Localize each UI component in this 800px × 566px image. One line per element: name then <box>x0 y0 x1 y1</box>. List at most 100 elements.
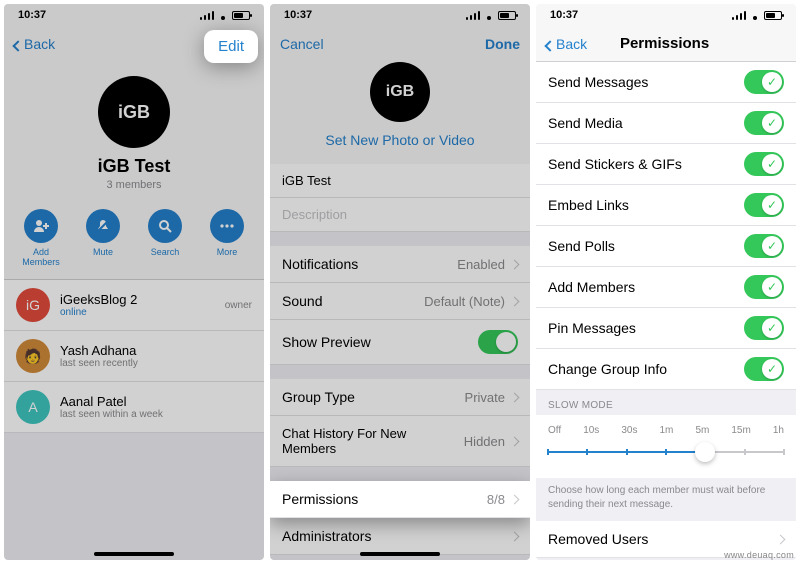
status-time: 10:37 <box>284 9 312 21</box>
permission-row: Send Messages <box>536 62 796 103</box>
permission-label: Add Members <box>548 279 635 295</box>
chevron-right-icon <box>510 531 520 541</box>
set-photo-button[interactable]: Set New Photo or Video <box>270 122 530 158</box>
permission-toggle[interactable] <box>744 152 784 176</box>
status-bar: 10:37 <box>270 4 530 26</box>
permission-row: Pin Messages <box>536 308 796 349</box>
permission-toggle[interactable] <box>744 316 784 340</box>
member-avatar: A <box>16 390 50 424</box>
edit-button[interactable]: Edit <box>204 30 258 63</box>
member-avatar: 🧑 <box>16 339 50 373</box>
group-type-row[interactable]: Group TypePrivate <box>270 379 530 416</box>
group-members-count: 3 members <box>4 179 264 191</box>
permission-row: Send Stickers & GIFs <box>536 144 796 185</box>
slow-mode-header: SLOW MODE <box>536 390 796 415</box>
permission-label: Change Group Info <box>548 361 667 377</box>
status-time: 10:37 <box>18 9 46 21</box>
permissions-row[interactable]: Permissions8/8 <box>270 481 530 518</box>
status-bar: 10:37 <box>536 4 796 26</box>
page-title: Permissions <box>620 35 709 52</box>
permission-row: Send Media <box>536 103 796 144</box>
permission-toggle[interactable] <box>744 111 784 135</box>
permission-label: Embed Links <box>548 197 629 213</box>
description-field[interactable]: Description <box>270 198 530 232</box>
permission-row: Send Polls <box>536 226 796 267</box>
group-avatar[interactable]: iGB <box>98 76 170 148</box>
slow-mode-note: Choose how long each member must wait be… <box>536 478 796 521</box>
back-button[interactable]: Back <box>14 36 55 52</box>
battery-icon <box>498 11 516 20</box>
group-name: iGB Test <box>4 156 264 177</box>
search-icon <box>148 209 182 243</box>
chevron-right-icon <box>510 494 520 504</box>
members-list: iG iGeeksBlog 2online owner 🧑 Yash Adhan… <box>4 280 264 433</box>
member-status: last seen within a week <box>60 409 163 420</box>
permission-toggle[interactable] <box>744 357 784 381</box>
back-button[interactable]: Back <box>546 36 587 52</box>
status-bar: 10:37 <box>4 4 264 26</box>
chevron-right-icon <box>510 259 520 269</box>
wifi-icon <box>483 11 495 20</box>
member-name: Yash Adhana <box>60 343 138 358</box>
permission-toggle-list: Send Messages Send Media Send Stickers & G… <box>536 62 796 390</box>
administrators-row[interactable]: Administrators <box>270 518 530 555</box>
show-preview-row: Show Preview <box>270 320 530 365</box>
more-icon <box>210 209 244 243</box>
member-row[interactable]: 🧑 Yash Adhanalast seen recently <box>4 331 264 382</box>
status-time: 10:37 <box>550 9 578 21</box>
battery-icon <box>764 11 782 20</box>
screen-group-info: 10:37 Back Edit iGB iGB Test 3 members A… <box>4 4 264 560</box>
permission-toggle[interactable] <box>744 234 784 258</box>
chevron-right-icon <box>510 392 520 402</box>
cancel-button[interactable]: Cancel <box>280 36 324 52</box>
add-members-icon <box>24 209 58 243</box>
search-button[interactable]: Search <box>137 209 193 267</box>
permission-label: Pin Messages <box>548 320 636 336</box>
permission-label: Send Stickers & GIFs <box>548 156 682 172</box>
slow-mode-slider[interactable] <box>548 442 784 462</box>
permission-toggle[interactable] <box>744 70 784 94</box>
permission-toggle[interactable] <box>744 275 784 299</box>
member-row[interactable]: iG iGeeksBlog 2online owner <box>4 280 264 331</box>
slow-mode-slider-row: Off10s30s1m5m15m1h <box>536 415 796 478</box>
signal-icon <box>732 11 746 20</box>
action-row: Add Members Mute Search More <box>4 201 264 280</box>
member-avatar: iG <box>16 288 50 322</box>
member-name: Aanal Patel <box>60 394 163 409</box>
signal-icon <box>466 11 480 20</box>
slow-mode-ticks: Off10s30s1m5m15m1h <box>548 425 784 436</box>
nav-bar: Cancel Done <box>270 26 530 62</box>
permission-label: Send Messages <box>548 74 648 90</box>
home-indicator[interactable] <box>94 552 174 556</box>
screen-permissions: 10:37 Back Permissions Send MessagesSend… <box>536 4 796 560</box>
member-row[interactable]: A Aanal Patellast seen within a week <box>4 382 264 433</box>
mute-button[interactable]: Mute <box>75 209 131 267</box>
profile-header: iGB iGB Test 3 members <box>4 62 264 201</box>
home-indicator[interactable] <box>360 552 440 556</box>
permission-row: Add Members <box>536 267 796 308</box>
show-preview-toggle[interactable] <box>478 330 518 354</box>
add-members-button[interactable]: Add Members <box>13 209 69 267</box>
watermark: www.deuaq.com <box>724 550 794 560</box>
wifi-icon <box>217 11 229 20</box>
group-avatar[interactable]: iGB <box>370 62 430 122</box>
chevron-right-icon <box>510 436 520 446</box>
permission-label: Send Media <box>548 115 623 131</box>
permission-row: Change Group Info <box>536 349 796 390</box>
chevron-right-icon <box>510 296 520 306</box>
sound-row[interactable]: SoundDefault (Note) <box>270 283 530 320</box>
permission-label: Send Polls <box>548 238 615 254</box>
more-button[interactable]: More <box>199 209 255 267</box>
member-status: last seen recently <box>60 358 138 369</box>
wifi-icon <box>749 11 761 20</box>
group-name-field[interactable]: iGB Test <box>270 164 530 198</box>
chat-history-row[interactable]: Chat History For New MembersHidden <box>270 416 530 467</box>
nav-bar: Back Permissions <box>536 26 796 62</box>
done-button[interactable]: Done <box>485 36 520 52</box>
owner-tag: owner <box>225 300 252 311</box>
notifications-row[interactable]: NotificationsEnabled <box>270 246 530 283</box>
member-status: online <box>60 307 137 318</box>
permission-toggle[interactable] <box>744 193 784 217</box>
member-name: iGeeksBlog 2 <box>60 292 137 307</box>
screen-edit-group: 10:37 Cancel Done iGB Set New Photo or V… <box>270 4 530 560</box>
